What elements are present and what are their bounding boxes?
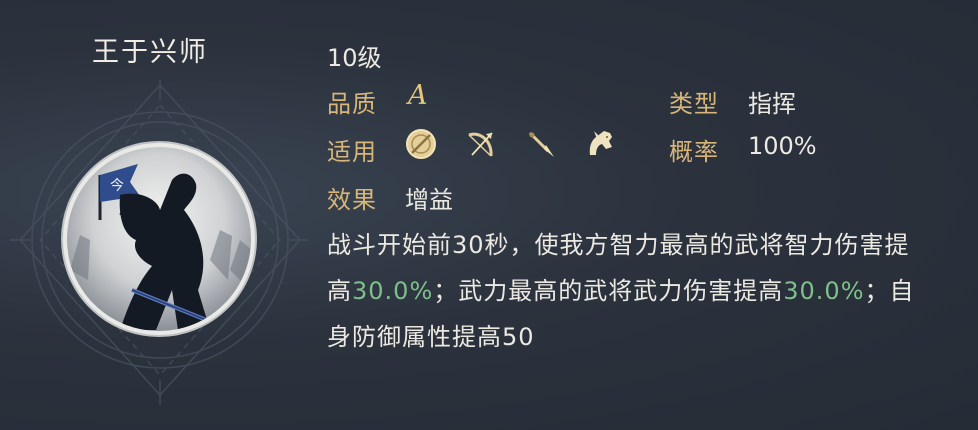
bow-icon	[468, 132, 493, 157]
horse-icon	[589, 131, 612, 155]
description-highlight-value: 30.0%	[783, 277, 865, 305]
spear-icon	[528, 131, 554, 157]
description-highlight-value: 30.0%	[352, 277, 434, 305]
effect-label: 效果	[327, 186, 377, 214]
rate-label: 概率	[669, 138, 719, 166]
svg-text:今: 今	[110, 178, 124, 194]
skill-portrait: 今	[61, 141, 257, 337]
shield-icon	[406, 129, 436, 159]
effect-value: 增益	[405, 186, 453, 214]
rate-value: 100%	[748, 132, 817, 160]
skill-detail-panel: 王于兴师 今 10级 品质 A 类型 指挥 适用 概率 100% 效果 增益 战…	[0, 0, 978, 430]
description-text: ；武力最高的武将武力伤害提高	[433, 277, 784, 305]
skill-level: 10级	[327, 44, 382, 72]
quality-value: A	[408, 80, 428, 111]
quality-label: 品质	[327, 90, 377, 118]
type-label: 类型	[669, 90, 719, 118]
type-value: 指挥	[748, 90, 796, 118]
applicable-unit-icons	[404, 126, 618, 162]
applicable-label: 适用	[327, 138, 377, 166]
skill-description: 战斗开始前30秒，使我方智力最高的武将智力伤害提高30.0%；武力最高的武将武力…	[327, 222, 927, 360]
